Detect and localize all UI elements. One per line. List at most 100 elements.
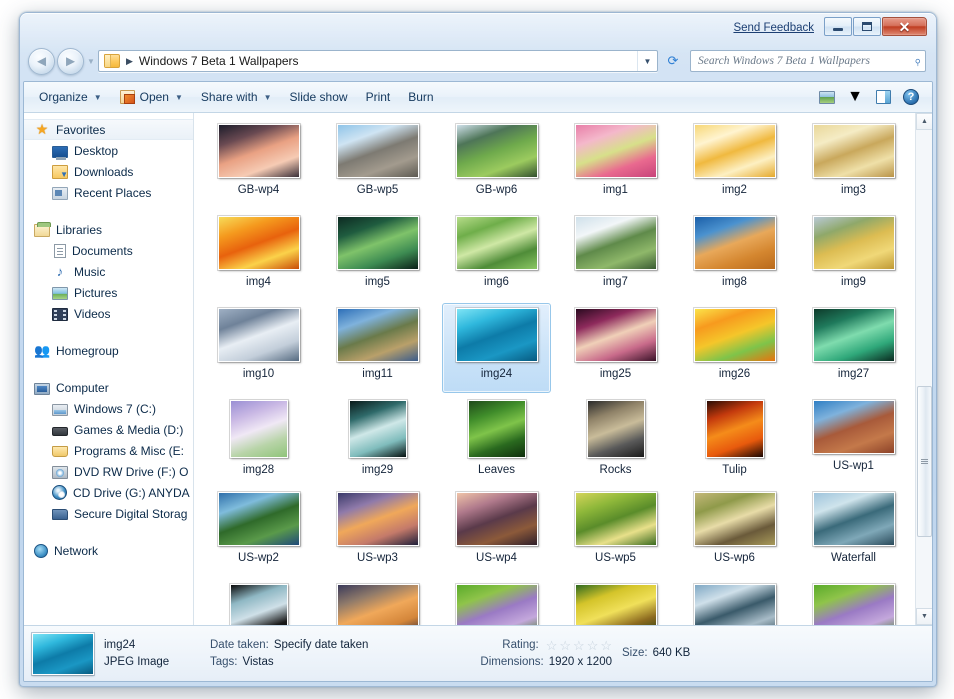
file-tile[interactable]: img28 <box>204 395 313 485</box>
file-tile[interactable] <box>204 579 313 625</box>
file-tile[interactable]: US-wp1 <box>799 395 908 485</box>
sidebar-item-desktop[interactable]: Desktop <box>24 140 193 161</box>
sidebar-item-drive-g[interactable]: CD Drive (G:) ANYDA <box>24 482 193 503</box>
change-view-dropdown[interactable]: ▼ <box>842 86 868 109</box>
file-tile[interactable] <box>323 579 432 625</box>
breadcrumb-path[interactable]: Windows 7 Beta 1 Wallpapers <box>139 54 299 68</box>
navigation-pane[interactable]: ★ Favorites Desktop Downloads <box>24 113 194 625</box>
recent-pages-button[interactable]: ▼ <box>84 57 98 66</box>
file-name-label: img8 <box>722 276 747 288</box>
address-dropdown-button[interactable]: ▼ <box>637 51 657 71</box>
sidebar-item-network[interactable]: Network <box>24 540 193 561</box>
scrollbar-thumb[interactable] <box>917 386 932 537</box>
file-tile[interactable]: Leaves <box>442 395 551 485</box>
file-tile[interactable]: img6 <box>442 211 551 301</box>
sidebar-item-downloads[interactable]: Downloads <box>24 161 193 182</box>
file-list-view[interactable]: GB-wp4 GB-wp5 GB-wp6 img1 img2 img3 img4 img5 im… <box>194 113 932 625</box>
details-rating-column: Rating: ☆ ☆ ☆ ☆ ☆ Dimensions: 1920 x 1200 <box>432 639 612 669</box>
file-tile[interactable]: GB-wp6 <box>442 119 551 209</box>
sidebar-item-pictures[interactable]: Pictures <box>24 282 193 303</box>
file-tile[interactable] <box>799 579 908 625</box>
scroll-up-button[interactable]: ▲ <box>916 113 932 130</box>
sidebar-item-libraries[interactable]: Libraries <box>24 219 193 240</box>
toolbar-open-button[interactable]: Open ▼ <box>111 86 192 109</box>
rating-star[interactable]: ☆ <box>587 639 599 652</box>
rating-star[interactable]: ☆ <box>573 639 585 652</box>
rating-star[interactable]: ☆ <box>600 639 612 652</box>
file-tile[interactable]: US-wp5 <box>561 487 670 577</box>
close-button[interactable]: ✕ <box>882 17 927 36</box>
help-button[interactable]: ? <box>898 86 924 109</box>
file-tile[interactable]: US-wp4 <box>442 487 551 577</box>
toolbar-share-with-button[interactable]: Share with ▼ <box>192 86 281 109</box>
file-tile[interactable]: img10 <box>204 303 313 393</box>
address-bar[interactable]: ▶ Windows 7 Beta 1 Wallpapers ▼ <box>98 50 658 72</box>
change-view-button[interactable] <box>814 86 840 109</box>
client-area: Organize ▼ Open ▼ Share with ▼ Slide sho… <box>23 81 933 682</box>
file-tile[interactable] <box>680 579 789 625</box>
send-feedback-link[interactable]: Send Feedback <box>733 22 814 34</box>
file-tile[interactable]: US-wp2 <box>204 487 313 577</box>
details-rating-row[interactable]: Rating: ☆ ☆ ☆ ☆ ☆ <box>432 639 612 652</box>
details-tags-row[interactable]: Tags: Vistas <box>210 656 422 669</box>
file-tile[interactable]: img26 <box>680 303 789 393</box>
file-tile[interactable]: img4 <box>204 211 313 301</box>
file-tile[interactable]: img11 <box>323 303 432 393</box>
file-tile[interactable]: img2 <box>680 119 789 209</box>
sidebar-item-sd-storage[interactable]: Secure Digital Storag <box>24 503 193 524</box>
file-tile[interactable]: GB-wp5 <box>323 119 432 209</box>
file-tile[interactable]: US-wp6 <box>680 487 789 577</box>
rating-star[interactable]: ☆ <box>559 639 571 652</box>
file-tile[interactable]: Rocks <box>561 395 670 485</box>
sidebar-item-videos[interactable]: Videos <box>24 303 193 324</box>
sidebar-item-drive-c[interactable]: Windows 7 (C:) <box>24 398 193 419</box>
sidebar-item-recent-places[interactable]: Recent Places <box>24 182 193 203</box>
forward-button[interactable]: ► <box>57 47 84 75</box>
details-dimensions-value: 1920 x 1200 <box>548 655 612 668</box>
search-box[interactable]: Search Windows 7 Beta 1 Wallpapers ⌕ <box>690 50 926 72</box>
file-tile[interactable]: Waterfall <box>799 487 908 577</box>
sidebar-item-drive-f[interactable]: DVD RW Drive (F:) O <box>24 461 193 482</box>
rating-stars[interactable]: ☆ ☆ ☆ ☆ ☆ <box>546 639 612 652</box>
file-tile[interactable]: img29 <box>323 395 432 485</box>
preview-pane-button[interactable] <box>870 86 896 109</box>
details-date-taken-value[interactable]: Specify date taken <box>274 639 369 652</box>
sidebar-item-documents[interactable]: Documents <box>24 240 193 261</box>
toolbar-burn-button[interactable]: Burn <box>399 86 442 109</box>
details-date-taken-row[interactable]: Date taken: Specify date taken <box>210 639 422 652</box>
sidebar-item-homegroup[interactable]: 👥 Homegroup <box>24 340 193 361</box>
minimize-button[interactable] <box>824 17 852 36</box>
file-tile[interactable]: GB-wp4 <box>204 119 313 209</box>
file-tile[interactable]: img25 <box>561 303 670 393</box>
file-tile[interactable]: img7 <box>561 211 670 301</box>
search-input[interactable]: Search Windows 7 Beta 1 Wallpapers <box>698 55 912 67</box>
scroll-down-button[interactable]: ▼ <box>916 608 932 625</box>
file-tile[interactable]: img27 <box>799 303 908 393</box>
file-tile[interactable]: img3 <box>799 119 908 209</box>
toolbar-organize-button[interactable]: Organize ▼ <box>30 86 111 109</box>
file-tile[interactable]: img8 <box>680 211 789 301</box>
sidebar-item-computer[interactable]: Computer <box>24 377 193 398</box>
sidebar-item-drive-e[interactable]: Programs & Misc (E: <box>24 440 193 461</box>
file-tile[interactable] <box>561 579 670 625</box>
maximize-button[interactable] <box>853 17 881 36</box>
file-tile-selected[interactable]: img24 <box>442 303 551 393</box>
file-thumbnail <box>455 124 538 178</box>
back-button[interactable]: ◄ <box>28 47 55 75</box>
file-tile[interactable]: img1 <box>561 119 670 209</box>
refresh-button[interactable]: ⟳ <box>662 50 684 72</box>
file-tile[interactable]: Tulip <box>680 395 789 485</box>
details-tags-value[interactable]: Vistas <box>243 656 274 669</box>
toolbar-print-button[interactable]: Print <box>357 86 400 109</box>
sidebar-item-music[interactable]: ♪ Music <box>24 261 193 282</box>
file-tile[interactable]: US-wp3 <box>323 487 432 577</box>
file-tile[interactable] <box>442 579 551 625</box>
file-tile[interactable]: img9 <box>799 211 908 301</box>
toolbar-slide-show-button[interactable]: Slide show <box>281 86 357 109</box>
rating-star[interactable]: ☆ <box>546 639 558 652</box>
chevron-down-icon: ▼ <box>263 92 272 102</box>
file-tile[interactable]: img5 <box>323 211 432 301</box>
sidebar-item-favorites[interactable]: ★ Favorites <box>24 119 193 140</box>
vertical-scrollbar[interactable]: ▲ ▼ <box>915 113 932 625</box>
sidebar-item-drive-d[interactable]: Games & Media (D:) <box>24 419 193 440</box>
